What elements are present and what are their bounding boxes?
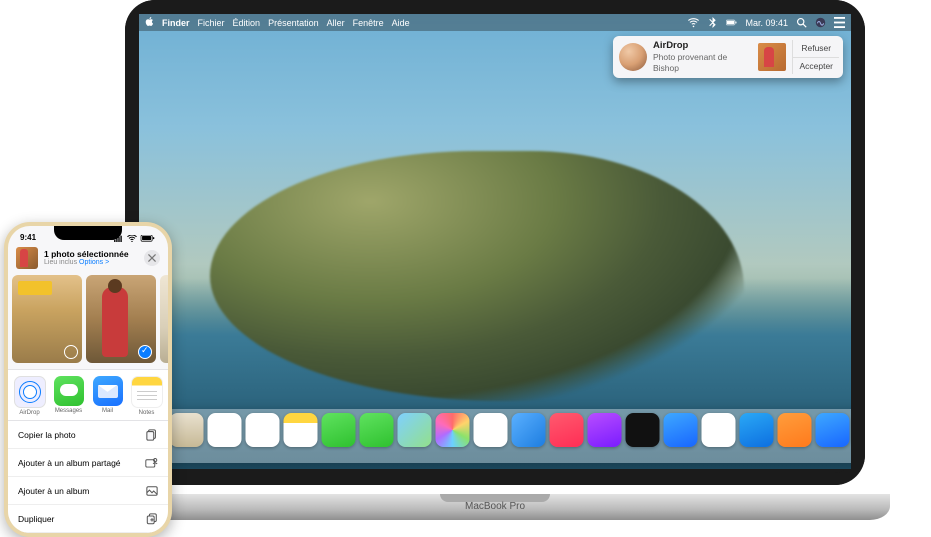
dock-app-photos[interactable]: [436, 413, 470, 447]
notification-decline-button[interactable]: Refuser: [793, 40, 839, 58]
notification-title: AirDrop: [653, 40, 752, 52]
select-indicator-off-icon[interactable]: [64, 345, 78, 359]
siri-icon[interactable]: [815, 17, 826, 28]
spotlight-icon[interactable]: [796, 17, 807, 28]
share-action-label: Ajouter à un album: [18, 486, 89, 496]
dock-app-calendar-date[interactable]: [474, 413, 508, 447]
battery-icon: [140, 235, 156, 242]
menu-edit[interactable]: Édition: [233, 18, 261, 28]
mac-base: MacBook Pro: [100, 494, 890, 520]
menu-app-name[interactable]: Finder: [162, 18, 190, 28]
dock-app-calendar[interactable]: [208, 413, 242, 447]
iphone-screen[interactable]: 9:41 1 photo sélectionnée Lieu inclus Op…: [8, 226, 168, 533]
dock-app-maps[interactable]: [398, 413, 432, 447]
share-photo-2-selected[interactable]: [86, 275, 156, 363]
shared-album-icon: [145, 456, 158, 469]
dock: [139, 409, 851, 463]
share-action-list: Copier la photo Ajouter à un album parta…: [8, 421, 168, 533]
menu-view[interactable]: Présentation: [268, 18, 319, 28]
menu-window[interactable]: Fenêtre: [353, 18, 384, 28]
select-indicator-on-icon[interactable]: [138, 345, 152, 359]
iphone-notch: [54, 226, 122, 240]
wifi-status-icon[interactable]: [688, 17, 699, 28]
menu-clock[interactable]: Mar. 09:41: [745, 18, 788, 28]
dock-app-appstore2[interactable]: [816, 413, 850, 447]
battery-status-icon[interactable]: [726, 17, 737, 28]
menu-help[interactable]: Aide: [392, 18, 410, 28]
mac-desktop[interactable]: Finder Fichier Édition Présentation Alle…: [139, 14, 851, 469]
share-action-label: Dupliquer: [18, 514, 54, 524]
close-icon: [148, 254, 156, 262]
dock-app-messages[interactable]: [322, 413, 356, 447]
menu-file[interactable]: Fichier: [198, 18, 225, 28]
messages-icon: [54, 376, 84, 406]
mac-model-label: MacBook Pro: [100, 501, 890, 512]
share-subtitle-text: Lieu inclus: [44, 259, 79, 266]
wifi-icon: [127, 235, 137, 242]
share-action-label: Copier la photo: [18, 430, 76, 440]
share-sheet-header: 1 photo sélectionnée Lieu inclus Options…: [8, 243, 168, 273]
share-app-notes[interactable]: Notes: [129, 376, 165, 416]
notification-sender-avatar: [619, 43, 647, 71]
dock-app-notes[interactable]: [284, 413, 318, 447]
share-header-thumb: [16, 247, 38, 269]
apple-menu[interactable]: [145, 17, 154, 28]
share-action-copy[interactable]: Copier la photo: [8, 421, 168, 449]
share-action-duplicate[interactable]: Dupliquer: [8, 505, 168, 533]
dock-app-appstore[interactable]: [664, 413, 698, 447]
share-app-label: AirDrop: [12, 410, 48, 416]
notification-preview-thumb: [758, 43, 786, 71]
share-options-link[interactable]: Options >: [79, 259, 109, 266]
share-subtitle[interactable]: Lieu inclus Options >: [44, 259, 144, 267]
share-app-label: Notes: [129, 410, 165, 416]
dock-app-facetime[interactable]: [360, 413, 394, 447]
notification-center-icon[interactable]: [834, 17, 845, 28]
iphone: 9:41 1 photo sélectionnée Lieu inclus Op…: [4, 222, 172, 537]
notification-accept-button[interactable]: Accepter: [793, 58, 839, 75]
dock-app-keynote[interactable]: [740, 413, 774, 447]
dock-app-reminders[interactable]: [246, 413, 280, 447]
share-app-messages[interactable]: Messages: [51, 376, 87, 416]
dock-app-music[interactable]: [550, 413, 584, 447]
notes-icon: [131, 376, 163, 408]
dock-app-preview[interactable]: [512, 413, 546, 447]
share-app-label: Mail: [90, 408, 126, 414]
share-app-airdrop[interactable]: AirDrop: [12, 376, 48, 416]
dock-app-pages[interactable]: [778, 413, 812, 447]
airdrop-icon: [14, 376, 46, 408]
share-photo-1[interactable]: [12, 275, 82, 363]
apple-logo-icon: [145, 17, 154, 26]
menu-go[interactable]: Aller: [327, 18, 345, 28]
bluetooth-status-icon[interactable]: [707, 17, 718, 28]
share-app-mail[interactable]: Mail: [90, 376, 126, 416]
iphone-time: 9:41: [20, 233, 36, 242]
notification-text: AirDrop Photo provenant de Bishop: [653, 40, 752, 73]
airdrop-notification: AirDrop Photo provenant de Bishop Refuse…: [613, 36, 843, 78]
share-app-label: Messages: [51, 408, 87, 414]
share-photo-3[interactable]: [160, 275, 168, 363]
share-title: 1 photo sélectionnée: [44, 250, 144, 259]
menu-bar: Finder Fichier Édition Présentation Alle…: [139, 14, 851, 31]
macbook-pro: Finder Fichier Édition Présentation Alle…: [100, 0, 890, 520]
dock-app-numbers[interactable]: [702, 413, 736, 447]
dock-app-podcasts[interactable]: [588, 413, 622, 447]
mail-icon: [93, 376, 123, 406]
notification-subtitle: Photo provenant de Bishop: [653, 52, 752, 73]
album-icon: [145, 484, 158, 497]
copy-icon: [145, 428, 158, 441]
share-action-album[interactable]: Ajouter à un album: [8, 477, 168, 505]
duplicate-icon: [145, 512, 158, 525]
share-close-button[interactable]: [144, 250, 160, 266]
share-app-row: AirDrop Messages Mail Notes: [8, 369, 168, 421]
dock-app-contacts[interactable]: [170, 413, 204, 447]
dock-app-tv[interactable]: [626, 413, 660, 447]
share-action-shared-album[interactable]: Ajouter à un album partagé: [8, 449, 168, 477]
share-photo-strip[interactable]: [8, 273, 168, 369]
share-action-label: Ajouter à un album partagé: [18, 458, 121, 468]
